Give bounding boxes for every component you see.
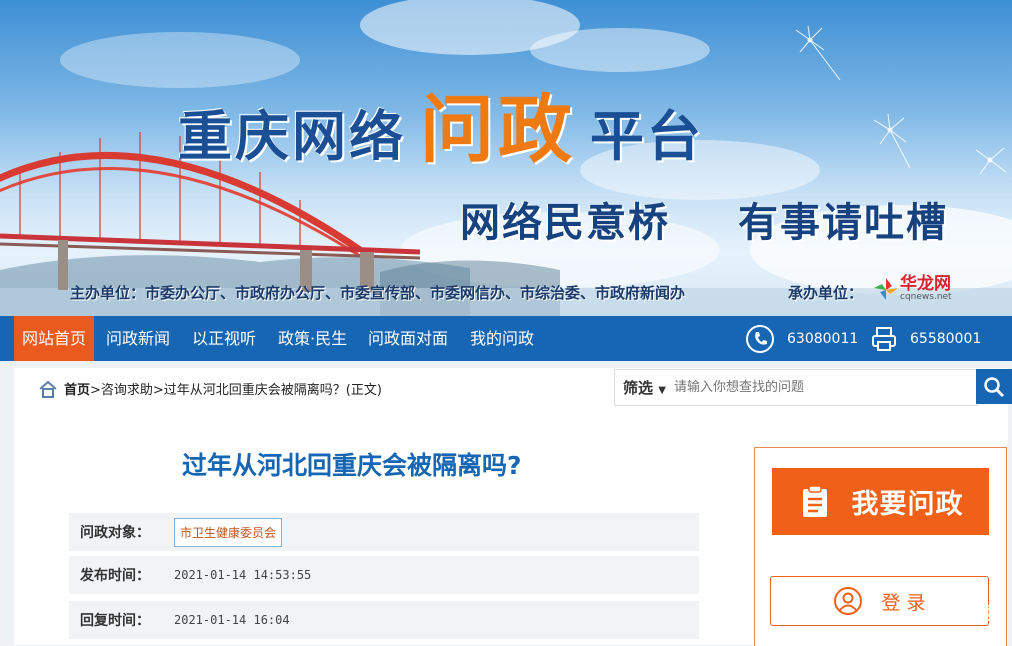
ask-question-label: 我要问政 [851,489,964,520]
breadcrumb-home-link[interactable]: 首页 [64,379,90,398]
phone-icon [746,324,774,353]
hualong-logo-cn: 华龙网 [900,274,951,294]
sponsors-text: 主办单位：市委办公厅、市政府办公厅、市委宣传部、市委网信办、市综治委、市政府新闻… [70,284,686,302]
publish-time: 2021-01-14 14:53:55 [174,568,312,582]
search-box: 筛选 ▼ [614,369,978,406]
nav-item-home[interactable]: 网站首页 [14,316,95,361]
filter-label: 筛选 [623,379,654,397]
site-title-part2: 平台 [590,105,704,168]
fax-number: 65580001 [910,330,982,347]
form-icon [802,484,827,517]
nav-item-face-to-face[interactable]: 问政面对面 [368,316,448,361]
filter-dropdown[interactable]: 筛选 ▼ [615,377,672,398]
organizer-label: 承办单位： [788,284,864,302]
nav-item-clarify[interactable]: 以正视听 [192,316,256,361]
target-tag[interactable]: 市卫生健康委员会 [174,517,283,547]
search-input[interactable] [671,379,956,396]
target-label: 问政对象： [80,525,150,541]
site-title-part1: 重庆网络 [178,105,406,168]
watermark: 山信息网 [925,604,993,624]
search-icon [984,376,1005,397]
slogan-right: 有事请吐槽 [738,200,948,246]
search-button[interactable] [976,369,1012,404]
hualong-logo-icon [874,278,898,300]
site-title: 重庆网络 问政 平台 [178,70,704,177]
slogan-left: 网络民意桥 [460,200,670,246]
hualong-logo-en: cqnews.net [900,292,952,302]
phone-number: 63080011 [787,330,859,347]
site-title-highlight: 问政 [420,87,576,173]
header-banner: 重庆网络 问政 平台 网络民意桥 有事请吐槽 主办单位：市委办公厅、市政府办公厅、市… [0,0,1012,316]
main-nav: 网站首页 问政新闻 以正视听 政策·民生 问政面对面 我的问政 63080011… [0,316,1012,361]
nav-item-news[interactable]: 问政新闻 [106,316,170,361]
reply-time: 2021-01-14 16:04 [174,613,290,627]
home-icon[interactable] [38,380,58,398]
breadcrumb-path[interactable]: >咨询求助>过年从河北回重庆会被隔离吗？(正文) [90,379,382,398]
publish-row: 发布时间： 2021-01-14 14:53:55 [69,556,699,594]
ask-question-button[interactable]: 我要问政 [772,468,989,535]
publish-label: 发布时间： [80,568,150,584]
chevron-down-icon: ▼ [658,385,666,396]
fax-icon [872,326,896,351]
question-title: 过年从河北回重庆会被隔离吗? [182,451,522,480]
breadcrumb: 首页 >咨询求助>过年从河北回重庆会被隔离吗？(正文) [38,379,382,398]
fax-line: 65580001 [870,316,981,361]
login-label: 登 录 [881,591,926,614]
hotline: 63080011 [745,316,858,361]
hualong-logo[interactable]: 华龙网 cqnews.net [872,276,952,302]
nav-item-my-questions[interactable]: 我的问政 [470,316,534,361]
reply-row: 回复时间： 2021-01-14 16:04 [69,601,699,639]
user-icon [834,587,863,615]
target-row: 问政对象： 市卫生健康委员会 [69,513,699,551]
reply-label: 回复时间： [80,613,150,629]
nav-item-policy[interactable]: 政策·民生 [278,316,347,361]
